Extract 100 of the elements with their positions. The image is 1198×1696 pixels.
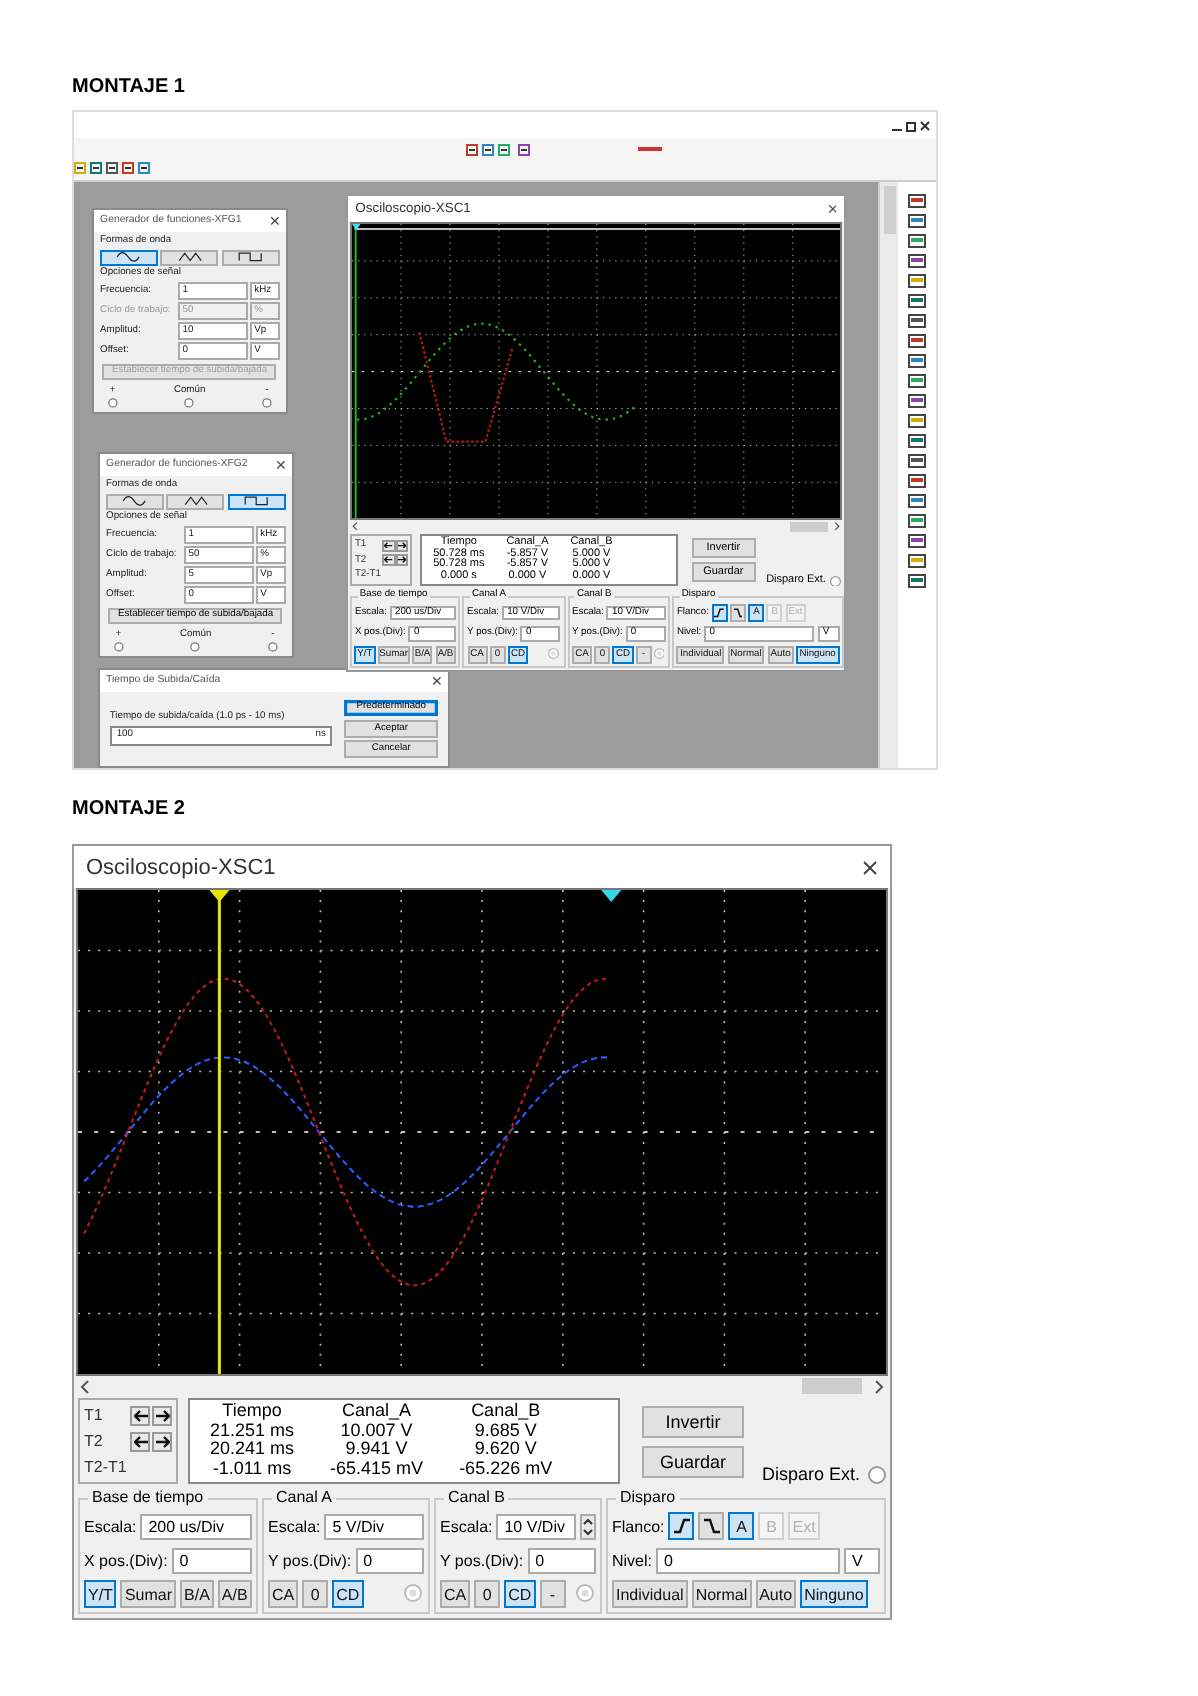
mode-button[interactable]: CA [268,1580,299,1608]
readout-value: 9.941 V [345,1440,408,1459]
section-heading: MONTAJE 1 [72,76,187,100]
terminal-icon [548,648,560,660]
waveform-button[interactable] [166,493,225,510]
mode-button[interactable]: Individual [612,1580,688,1608]
field-label: Nivel: [612,1551,653,1569]
radio-button[interactable] [868,1465,886,1483]
edge-button[interactable] [698,1512,725,1540]
action-button[interactable]: Invertir [641,1405,744,1437]
scroll-left-icon[interactable] [80,1379,90,1393]
readout-value: 21.251 ms [210,1421,295,1440]
restore-icon[interactable] [906,119,916,131]
arrow-right-icon [155,1409,169,1421]
input-field[interactable]: 0 [527,1547,596,1573]
cursor-line[interactable] [209,890,230,1374]
unit-field[interactable]: V [844,1547,880,1573]
mode-button[interactable]: 0 [474,1580,501,1608]
column-header: Tiempo [222,1402,282,1421]
mode-button[interactable]: A/B [217,1580,252,1608]
group-title: Canal A [272,1488,337,1506]
mode-button[interactable]: CA [440,1580,471,1608]
arrow-right-icon [398,556,407,565]
terminal-icon [404,1584,422,1602]
waveform-button[interactable] [221,249,280,266]
toolbar-icon[interactable] [466,144,478,156]
mode-button[interactable]: CD [332,1580,364,1608]
scrollbar[interactable] [878,182,898,768]
input-field[interactable]: 200 us/Div [140,1513,252,1539]
close-icon[interactable] [862,859,878,875]
readout-value: -65.415 mV [330,1459,424,1478]
terminal-icon [184,397,195,408]
group-title: Canal B [444,1488,509,1506]
readout-value: 10.007 V [340,1421,413,1440]
falling-edge-icon [733,608,743,618]
arrow-right-icon [398,541,407,549]
radio-button[interactable] [830,575,842,587]
mode-button[interactable]: CD [504,1580,536,1608]
toolbar-icon[interactable] [74,162,86,174]
mode-button[interactable]: A [728,1512,755,1540]
scroll-thumb[interactable] [883,186,895,234]
cursor-label: T2-T1 [84,1458,128,1476]
input-field[interactable]: 0 [171,1547,252,1573]
waveform-button[interactable] [100,249,158,266]
toolbar-icon[interactable] [518,144,530,156]
cursor-left-button[interactable] [382,539,396,552]
mode-button[interactable]: - [539,1580,566,1608]
action-button[interactable]: Guardar [641,1445,744,1477]
toolbar-icon[interactable] [122,162,134,174]
input-field[interactable]: 0 [355,1547,424,1573]
field-label: X pos.(Div): [84,1551,168,1569]
cursor-label: T1 [84,1406,105,1424]
mode-button[interactable]: Y/T [84,1580,117,1608]
field-label: Flanco: [612,1517,665,1535]
spinner-icon[interactable] [580,1513,596,1539]
input-field[interactable]: 5 V/Div [324,1513,424,1539]
arrow-left-icon [384,556,394,565]
mode-button[interactable]: 0 [302,1580,329,1608]
scroll-right-icon[interactable] [874,1379,884,1393]
waveform-button[interactable] [160,249,219,266]
cursor-left-button[interactable] [130,1431,150,1451]
toolbar-icon[interactable] [106,162,118,174]
readout-value: 9.685 V [474,1421,537,1440]
mode-button[interactable]: B/A [180,1580,214,1608]
toolbar-icon[interactable] [498,144,510,156]
readout-value: 20.241 ms [210,1440,295,1459]
readout-value: -65.226 mV [459,1459,553,1478]
input-field[interactable]: 0 [656,1547,840,1573]
arrow-left-icon [133,1435,147,1447]
edge-button[interactable] [729,604,747,622]
input-field[interactable]: 10 V/Div [496,1513,576,1539]
scroll-thumb[interactable] [790,522,828,532]
edge-button[interactable] [711,604,728,622]
mode-button[interactable]: Auto [755,1580,797,1608]
cursor-left-button[interactable] [382,554,396,567]
cursor-label: T2 [84,1432,105,1450]
mode-button[interactable]: Normal [691,1580,752,1608]
scroll-thumb[interactable] [802,1378,862,1394]
readout-value: -1.011 ms [212,1459,292,1478]
field-label: Escala: [440,1517,493,1535]
mode-button[interactable]: Ninguno [800,1580,868,1608]
cursor-line[interactable] [351,223,360,519]
cursor-right-button[interactable] [152,1431,172,1451]
mode-button[interactable]: Sumar [120,1580,177,1608]
rising-edge-icon [673,1518,690,1534]
close-icon[interactable] [920,119,930,131]
cursor-right-button[interactable] [152,1405,172,1425]
waveform-button[interactable] [106,493,164,510]
toolbar-icon[interactable] [90,162,102,174]
waveform-button[interactable] [227,493,286,510]
probe-icon[interactable] [638,146,662,152]
cursor-right-button[interactable] [396,554,409,567]
toolbar-icon[interactable] [138,162,150,174]
arrow-left-icon [133,1409,147,1421]
terminal-icon [653,648,665,660]
arrow-right-icon [155,1435,169,1447]
cursor-right-button[interactable] [396,539,409,552]
toolbar-icon[interactable] [482,144,494,156]
edge-button[interactable] [668,1512,695,1540]
cursor-left-button[interactable] [130,1405,150,1425]
